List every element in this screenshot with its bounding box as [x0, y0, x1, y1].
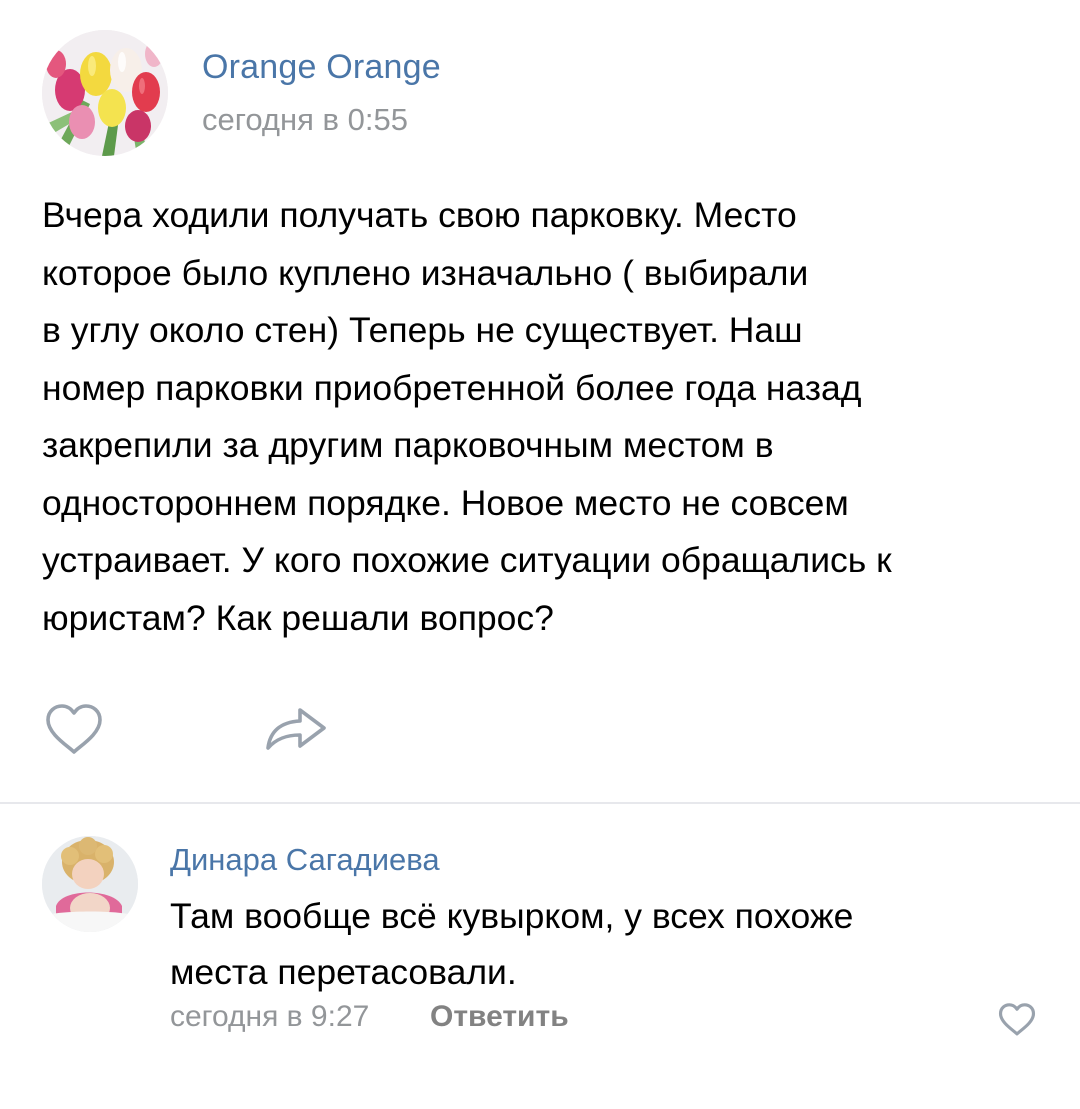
post-text-line: закрепили за другим парковочным местом в [42, 425, 774, 465]
comment-text-line: места перетасовали. [170, 952, 517, 992]
post-author-name[interactable]: Orange Orange [202, 48, 441, 87]
post-text: Вчера ходили получать свою парковку. Мес… [42, 187, 1042, 647]
post-text-line: одностороннем порядке. Новое место не со… [42, 482, 849, 523]
post-text-line: номер парковки приобретенной более года … [42, 367, 862, 408]
post-text-line: юристам? Как решали вопрос? [42, 597, 554, 638]
comment-text: Там вообще всё кувырком, у всех похоже м… [170, 888, 1010, 1000]
comment-item: Динара Сагадиева Там вообще всё кувырком… [0, 804, 1080, 1109]
comment-like-button[interactable] [998, 1002, 1036, 1038]
like-button[interactable] [44, 702, 104, 758]
children-photo [42, 836, 138, 932]
post-text-line: которое было куплено изначально ( выбира… [42, 252, 809, 293]
post-timestamp: сегодня в 0:55 [202, 102, 408, 137]
reply-button[interactable]: Ответить [430, 1000, 569, 1034]
share-button[interactable] [264, 704, 328, 754]
comment-author-name[interactable]: Динара Сагадиева [170, 842, 440, 878]
post-header: Orange Orange сегодня в 0:55 [42, 30, 1042, 156]
post-text-line: Вчера ходили получать свою парковку. Мес… [42, 195, 797, 235]
post-text-line: устраивает. У кого похожие ситуации обра… [42, 540, 892, 580]
post-author-avatar[interactable] [42, 30, 168, 156]
comment-author-avatar[interactable] [42, 836, 138, 932]
post-text-line: в углу около стен) Теперь не существует.… [42, 310, 803, 350]
comment-text-line: Там вообще всё кувырком, у всех похоже [170, 896, 854, 936]
tulips-photo [42, 30, 168, 156]
comment-timestamp: сегодня в 9:27 [170, 1000, 370, 1033]
share-arrow-icon [266, 708, 326, 750]
heart-outline-icon [46, 704, 102, 754]
heart-outline-icon [998, 1003, 1036, 1036]
